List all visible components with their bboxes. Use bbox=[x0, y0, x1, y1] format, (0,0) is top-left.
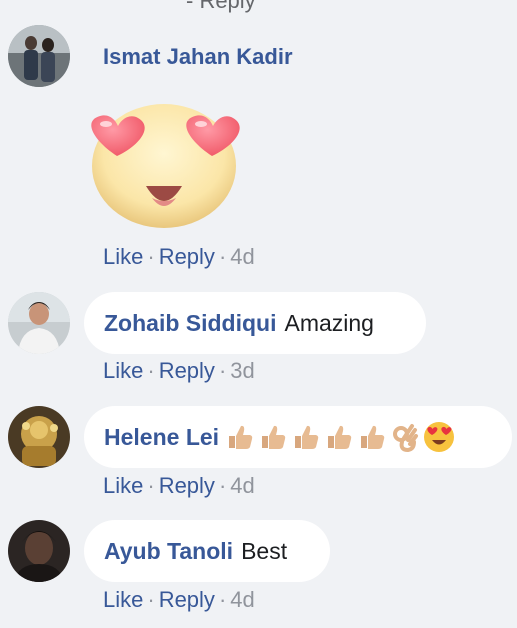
thumbs-up-icon bbox=[328, 425, 352, 449]
reply-link[interactable]: Reply bbox=[159, 587, 215, 612]
comment-author[interactable]: Helene Lei bbox=[104, 424, 219, 451]
thumbs-up-icon bbox=[361, 425, 385, 449]
reply-link[interactable]: Reply bbox=[159, 358, 215, 383]
avatar[interactable] bbox=[8, 292, 70, 354]
comment-author[interactable]: Ismat Jahan Kadir bbox=[103, 44, 293, 70]
separator-dot: · bbox=[147, 587, 155, 612]
separator-dot: · bbox=[218, 473, 227, 498]
comment-actions: Like · Reply · 3d bbox=[103, 358, 255, 384]
separator-dot: · bbox=[218, 244, 227, 269]
avatar[interactable] bbox=[8, 406, 70, 468]
comment-timestamp[interactable]: 4d bbox=[230, 587, 254, 612]
comment-bubble: Helene Lei bbox=[84, 406, 512, 468]
like-link[interactable]: Like bbox=[103, 587, 143, 612]
thumbs-up-icon bbox=[229, 425, 253, 449]
previous-reply-link-partial: - Reply bbox=[186, 0, 256, 13]
comment-author[interactable]: Ayub Tanoli bbox=[104, 538, 233, 565]
reply-link[interactable]: Reply bbox=[159, 473, 215, 498]
thumbs-up-icon bbox=[262, 425, 286, 449]
comment-bubble: Ayub Tanoli Best bbox=[84, 520, 330, 582]
comment-text: Best bbox=[241, 537, 288, 564]
avatar[interactable] bbox=[8, 520, 70, 582]
comment-timestamp[interactable]: 3d bbox=[230, 358, 254, 383]
separator-dot: · bbox=[147, 358, 155, 383]
ok-hand-icon bbox=[393, 424, 419, 452]
comment-text: Amazing bbox=[284, 309, 374, 336]
comment-timestamp[interactable]: 4d bbox=[230, 473, 254, 498]
like-link[interactable]: Like bbox=[103, 358, 143, 383]
heart-eyes-icon bbox=[424, 422, 455, 452]
comment-actions: Like · Reply · 4d bbox=[103, 244, 255, 270]
thumbs-up-icon bbox=[295, 425, 319, 449]
avatar[interactable] bbox=[8, 25, 70, 87]
comment-author[interactable]: Zohaib Siddiqui bbox=[104, 310, 276, 337]
like-link[interactable]: Like bbox=[103, 473, 143, 498]
comment-bubble: Zohaib Siddiqui Amazing bbox=[84, 292, 426, 354]
comment-actions: Like · Reply · 4d bbox=[103, 587, 255, 613]
separator-dot: · bbox=[147, 244, 155, 269]
separator-dot: · bbox=[218, 587, 227, 612]
comment-actions: Like · Reply · 4d bbox=[103, 473, 255, 499]
heart-eyes-emoji-icon bbox=[84, 96, 244, 228]
comment-emoji-row bbox=[225, 421, 458, 453]
like-link[interactable]: Like bbox=[103, 244, 143, 269]
comment-timestamp[interactable]: 4d bbox=[230, 244, 254, 269]
reply-link[interactable]: Reply bbox=[159, 244, 215, 269]
separator-dot: · bbox=[147, 473, 155, 498]
separator-dot: · bbox=[218, 358, 227, 383]
